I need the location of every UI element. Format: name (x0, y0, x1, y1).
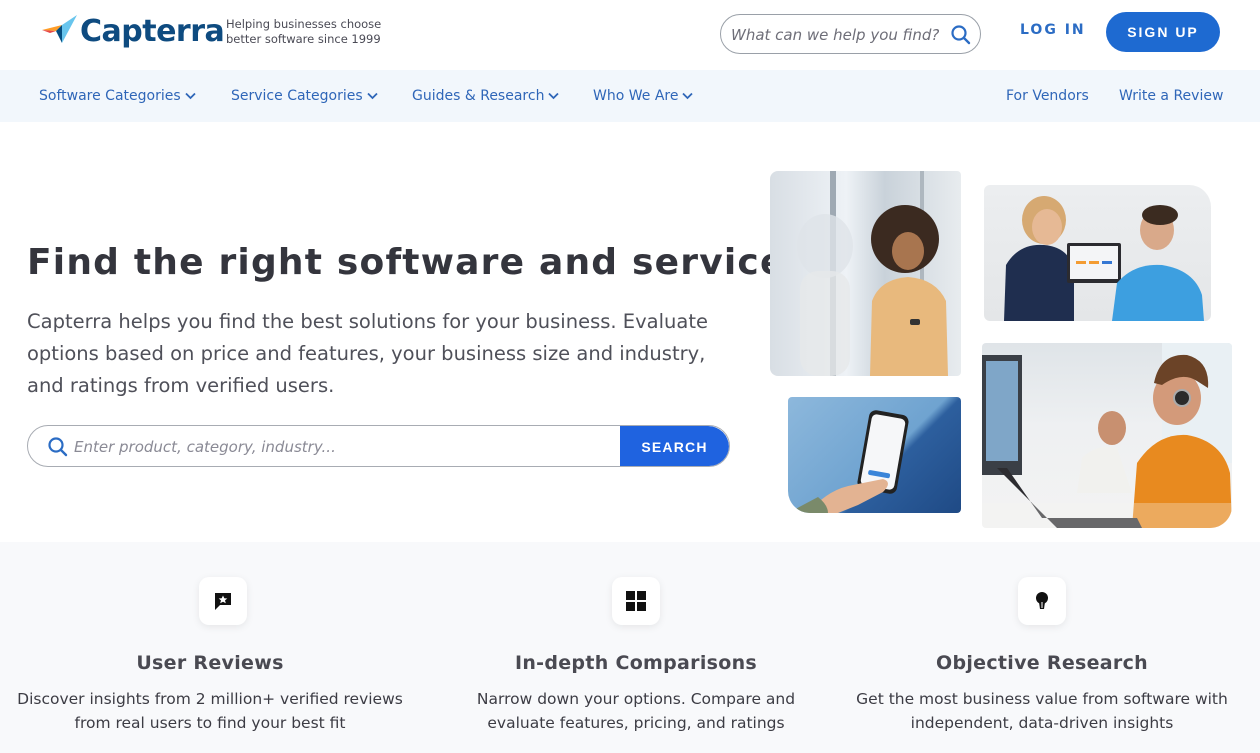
feature-desc-line: Discover insights from 2 million+ verifi… (17, 690, 403, 708)
feature-comparisons: In-depth Comparisons Narrow down your op… (426, 542, 846, 753)
feature-objective-research: Objective Research Get the most business… (832, 542, 1252, 753)
nav-service-categories[interactable]: Service Categories (231, 88, 378, 104)
header-search (720, 14, 981, 54)
tagline-line-1: Helping businesses choose (226, 17, 382, 31)
nav-guides-research[interactable]: Guides & Research (412, 88, 560, 104)
chevron-down-icon (548, 92, 560, 100)
hero-photo-colleagues-laptop (984, 185, 1211, 321)
features-section: User Reviews Discover insights from 2 mi… (0, 542, 1260, 753)
feature-title: Objective Research (936, 652, 1148, 674)
grid-icon (612, 577, 660, 625)
hero-photo-woman-phone (770, 171, 961, 376)
nav-who-we-are[interactable]: Who We Are (593, 88, 694, 104)
feature-desc-line: evaluate features, pricing, and ratings (487, 714, 785, 732)
feature-desc-line: from real users to find your best fit (74, 714, 346, 732)
nav-for-vendors[interactable]: For Vendors (1006, 88, 1089, 104)
feature-description: Narrow down your options. Compare and ev… (426, 687, 846, 735)
chevron-down-icon (185, 92, 196, 100)
nav-write-review[interactable]: Write a Review (1119, 88, 1223, 104)
nav-software-categories[interactable]: Software Categories (39, 88, 196, 104)
hero-photo-phone-app (788, 397, 961, 513)
feature-desc-line: independent, data-driven insights (910, 714, 1174, 732)
feature-description: Discover insights from 2 million+ verifi… (0, 687, 420, 735)
lightbulb-icon (1018, 577, 1066, 625)
site-header: Capterra Helping businesses choose bette… (0, 0, 1260, 70)
hero-photo-headset-worker (982, 343, 1232, 528)
nav-label: Software Categories (39, 88, 181, 104)
nav-label: Who We Are (593, 88, 679, 104)
nav-label: Service Categories (231, 88, 363, 104)
capterra-logo[interactable]: Capterra (40, 13, 225, 51)
feature-description: Get the most business value from softwar… (832, 687, 1252, 735)
feature-desc-line: Get the most business value from softwar… (856, 690, 1228, 708)
feature-title: User Reviews (136, 652, 284, 674)
feature-user-reviews: User Reviews Discover insights from 2 mi… (0, 542, 420, 753)
hero-search-input[interactable] (74, 434, 614, 460)
chevron-down-icon (682, 92, 694, 100)
search-icon (47, 436, 69, 458)
hero-search-button[interactable]: SEARCH (620, 426, 729, 466)
header-search-input[interactable] (731, 23, 941, 47)
hero-search: SEARCH (27, 425, 730, 467)
main-nav: Software Categories Service Categories G… (0, 70, 1260, 122)
search-icon[interactable] (950, 24, 972, 46)
feature-desc-line: Narrow down your options. Compare and (476, 690, 796, 708)
hero-title: Find the right software and services (27, 242, 809, 283)
capterra-logo-icon (40, 13, 78, 51)
feature-title: In-depth Comparisons (514, 652, 758, 674)
tagline: Helping businesses choose better softwar… (226, 17, 396, 47)
hero-subtitle: Capterra helps you find the best solutio… (27, 310, 708, 397)
tagline-line-2: better software since 1999 (226, 32, 381, 46)
nav-label: Guides & Research (412, 88, 545, 104)
chat-star-icon (199, 577, 247, 625)
signup-button[interactable]: SIGN UP (1106, 12, 1220, 52)
login-link[interactable]: LOG IN (1020, 22, 1086, 38)
chevron-down-icon (367, 92, 378, 100)
brand-name: Capterra (80, 14, 225, 49)
